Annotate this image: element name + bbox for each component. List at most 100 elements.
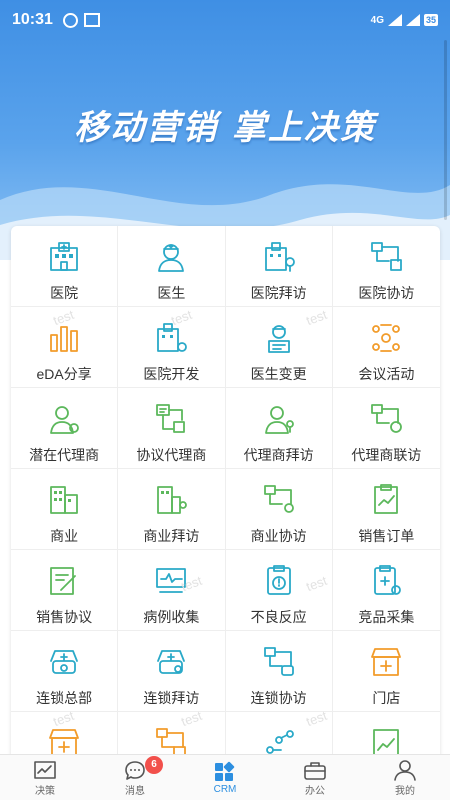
image-icon <box>83 13 100 27</box>
function-item-label: 会议活动 <box>358 366 415 382</box>
commerce-icon <box>50 486 79 514</box>
message-icon <box>125 760 145 780</box>
store-icon <box>371 648 402 676</box>
doctor-change-icon <box>267 325 290 353</box>
hero-slogan: 移动营销 掌上决策 <box>74 108 376 148</box>
signal-icon <box>387 14 402 26</box>
function-item[interactable]: 连锁总部 <box>11 631 119 712</box>
function-item-label: 病例收集 <box>143 609 200 625</box>
commerce-visit-icon <box>157 486 188 514</box>
hospital-icon <box>50 242 79 271</box>
eda-share-icon <box>50 326 79 352</box>
tab-label: 我的 <box>395 785 415 797</box>
function-item[interactable]: 医生变更 <box>225 307 333 388</box>
tab-person[interactable]: 我的 <box>360 755 450 800</box>
unread-badge: 6 <box>145 756 163 774</box>
function-item-label: 潜在代理商 <box>29 447 100 463</box>
scrollbar[interactable] <box>444 40 447 220</box>
hospital-assist-icon <box>371 242 403 271</box>
function-item-label: 协议代理商 <box>136 447 207 463</box>
function-item-label: 不良反应 <box>250 609 307 625</box>
function-item-label: 医院拜访 <box>250 285 307 301</box>
function-item-label: 竞品采集 <box>358 609 415 625</box>
hospital-visit-icon <box>264 242 295 272</box>
function-item-label: 连锁协访 <box>250 690 307 706</box>
function-item-label: 商业拜访 <box>143 528 200 544</box>
function-item[interactable]: 商业 <box>11 469 119 550</box>
network-label: 4G <box>370 14 384 26</box>
function-item-label: 连锁拜访 <box>143 690 200 706</box>
function-item[interactable]: 医院协访 <box>332 226 440 307</box>
tab-label: 办公 <box>305 785 325 797</box>
function-item[interactable]: 连锁协访 <box>225 631 333 712</box>
function-item[interactable]: 代理商拜访 <box>225 388 333 469</box>
person-icon <box>394 759 416 781</box>
function-item[interactable]: 医生 <box>118 226 226 307</box>
function-item-label: 销售订单 <box>358 528 415 544</box>
battery-icon: 35 <box>423 14 438 26</box>
function-item-label: 连锁总部 <box>36 690 93 706</box>
chain-assist-icon <box>263 647 294 676</box>
function-item-label: 医生 <box>157 285 186 301</box>
function-item[interactable]: 协议代理商 <box>118 388 226 469</box>
function-item[interactable]: 代理商联访 <box>332 388 440 469</box>
function-item[interactable]: 医院开发 <box>118 307 226 388</box>
potential-agent-icon <box>50 406 80 434</box>
sales-agreement-icon <box>50 567 77 595</box>
commerce-assist-icon <box>263 485 294 513</box>
tab-label: 决策 <box>35 785 55 797</box>
function-item[interactable]: 会议活动 <box>332 307 440 388</box>
dnd-icon <box>62 12 78 28</box>
tab-message[interactable]: 消息 6 <box>90 755 180 800</box>
function-item[interactable]: 连锁拜访 <box>118 631 226 712</box>
function-item-label: 销售协议 <box>36 609 93 625</box>
chain-hq-icon <box>50 650 79 674</box>
function-item-label: 医生变更 <box>250 366 307 382</box>
crm-icon <box>215 761 235 781</box>
function-item[interactable]: 销售协议 <box>11 550 119 631</box>
adverse-reaction-icon <box>266 565 291 595</box>
hospital-develop-icon <box>157 323 188 352</box>
function-item[interactable]: 门店 <box>332 631 440 712</box>
function-item[interactable]: 潜在代理商 <box>11 388 119 469</box>
function-item-label: 商业协访 <box>250 528 307 544</box>
contract-agent-icon <box>156 404 186 433</box>
function-item[interactable]: 不良反应 <box>225 550 333 631</box>
function-item-label: 代理商拜访 <box>243 447 314 463</box>
function-item-label: 医院 <box>50 285 79 301</box>
function-item-label: 医院协访 <box>358 285 415 301</box>
tab-chart[interactable]: 决策 <box>0 755 90 800</box>
function-item[interactable]: 医院 <box>11 226 119 307</box>
function-item-label: 门店 <box>372 690 401 706</box>
bottom-tab-bar: 决策 消息 6 CRM 办公 我的 <box>0 754 450 800</box>
function-item[interactable]: 商业拜访 <box>118 469 226 550</box>
function-item[interactable]: 商业协访 <box>225 469 333 550</box>
function-item-label: 代理商联访 <box>351 447 422 463</box>
tab-briefcase[interactable]: 办公 <box>270 755 360 800</box>
function-grid: 医院 医生 医院拜访 医院协访 eDA分享 医院开发 医生变更 会议活动潜在代理商 协议代理商 代… <box>11 226 440 766</box>
function-item-label: 商业 <box>50 528 79 544</box>
signal-icon <box>405 14 420 26</box>
function-item[interactable]: 竞品采集 <box>332 550 440 631</box>
function-card: 医院 医生 医院拜访 医院协访 eDA分享 医院开发 医生变更 会议活动潜在代理商 协议代理商 代… <box>11 226 440 766</box>
function-item[interactable]: eDA分享 <box>11 307 119 388</box>
status-bar: 10:31 4G 35 <box>0 0 450 40</box>
agent-joint-visit-icon <box>371 404 403 433</box>
briefcase-icon <box>304 761 326 780</box>
agent-visit-icon <box>264 406 294 434</box>
tab-label: CRM <box>213 783 237 795</box>
case-collect-icon <box>156 568 187 593</box>
function-item-label: eDA分享 <box>36 366 92 382</box>
chain-visit-icon <box>157 650 186 674</box>
doctor-icon <box>158 244 185 272</box>
status-time: 10:31 <box>12 11 53 28</box>
function-item[interactable]: 销售订单 <box>332 469 440 550</box>
function-item[interactable]: 病例收集 <box>118 550 226 631</box>
tab-crm[interactable]: CRM <box>180 755 270 800</box>
meeting-icon <box>372 324 401 352</box>
tab-label: 消息 <box>125 785 145 797</box>
function-item-label: 医院开发 <box>143 366 200 382</box>
function-item[interactable]: 医院拜访 <box>225 226 333 307</box>
competitor-collect-icon <box>374 565 402 595</box>
sales-order-icon <box>374 484 399 514</box>
